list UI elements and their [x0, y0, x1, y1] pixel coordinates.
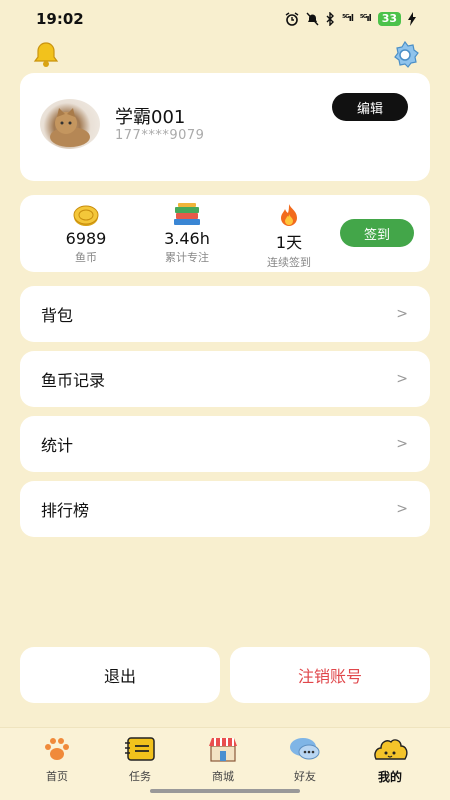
- streak-value: 1天: [275, 233, 303, 252]
- tab-home[interactable]: 首页: [22, 734, 92, 786]
- gear-icon[interactable]: [390, 40, 420, 70]
- stat-coins: 6989 鱼币: [41, 203, 131, 265]
- focus-label: 累计专注: [165, 251, 209, 264]
- tab-shop[interactable]: 商城: [188, 734, 258, 786]
- focus-value: 3.46h: [164, 229, 210, 248]
- alarm-icon: [285, 12, 299, 26]
- books-icon: [174, 203, 200, 225]
- profile-card: 学霸001 177****9079 编辑: [20, 73, 430, 181]
- menu-item-coin-records[interactable]: 鱼币记录 >: [20, 351, 430, 407]
- coins-value: 6989: [65, 229, 107, 248]
- notebook-icon: [125, 737, 155, 761]
- chat-bubble-icon: [290, 738, 320, 760]
- charging-icon: [408, 12, 416, 26]
- tab-label: 商城: [212, 770, 234, 783]
- status-icons: ⁵ᴳıl ⁵ᴳıl 33: [285, 12, 416, 26]
- coins-label: 鱼币: [75, 251, 97, 264]
- menu-item-label: 背包: [41, 306, 74, 325]
- mute-bell-icon: [306, 12, 319, 26]
- logout-button[interactable]: 退出: [20, 647, 220, 703]
- bell-icon[interactable]: [32, 40, 60, 68]
- streak-label: 连续签到: [267, 256, 311, 269]
- checkin-button[interactable]: 签到: [340, 219, 414, 247]
- shop-icon: [209, 738, 237, 762]
- cat-avatar-icon: [50, 108, 90, 147]
- tab-label: 我的: [377, 770, 402, 784]
- blob-face-icon: [374, 739, 408, 760]
- battery-indicator: 33: [377, 12, 401, 26]
- menu-item-leaderboard[interactable]: 排行榜 >: [20, 481, 430, 537]
- tab-tasks[interactable]: 任务: [105, 734, 175, 786]
- menu-item-statistics[interactable]: 统计 >: [20, 416, 430, 472]
- gold-coin-icon: [73, 205, 99, 226]
- delete-account-button[interactable]: 注销账号: [230, 647, 430, 703]
- edit-profile-button[interactable]: 编辑: [332, 93, 408, 121]
- signal-5g-icon: ⁵ᴳıl: [359, 14, 372, 24]
- bluetooth-icon: [326, 12, 335, 26]
- tab-label: 任务: [129, 770, 151, 783]
- tab-mine[interactable]: 我的: [355, 734, 425, 786]
- stats-card: 6989 鱼币 3.46h 累计专注 1天 连续签到 签到: [20, 195, 430, 272]
- paw-icon: [45, 738, 69, 760]
- chevron-right-icon: >: [396, 501, 408, 517]
- fire-icon: [281, 204, 297, 226]
- status-bar: 19:02 ⁵ᴳıl ⁵ᴳıl 33: [0, 0, 450, 38]
- top-bar: [0, 38, 450, 70]
- stat-focus: 3.46h 累计专注: [142, 203, 232, 265]
- tab-label: 好友: [294, 770, 316, 783]
- tab-label: 首页: [46, 770, 68, 783]
- menu-item-backpack[interactable]: 背包 >: [20, 286, 430, 342]
- avatar[interactable]: [40, 99, 100, 149]
- menu-item-label: 鱼币记录: [41, 371, 106, 390]
- status-time: 19:02: [36, 10, 84, 28]
- chevron-right-icon: >: [396, 306, 408, 322]
- menu-item-label: 排行榜: [41, 501, 90, 520]
- phone-number: 177****9079: [115, 128, 205, 143]
- stat-streak: 1天 连续签到: [244, 203, 334, 270]
- signal-5g-icon: ⁵ᴳıl: [342, 14, 354, 24]
- tab-friends[interactable]: 好友: [270, 734, 340, 786]
- home-indicator: [150, 789, 300, 793]
- chevron-right-icon: >: [396, 371, 408, 387]
- username: 学霸001: [115, 107, 186, 128]
- menu-item-label: 统计: [41, 436, 74, 455]
- chevron-right-icon: >: [396, 436, 408, 452]
